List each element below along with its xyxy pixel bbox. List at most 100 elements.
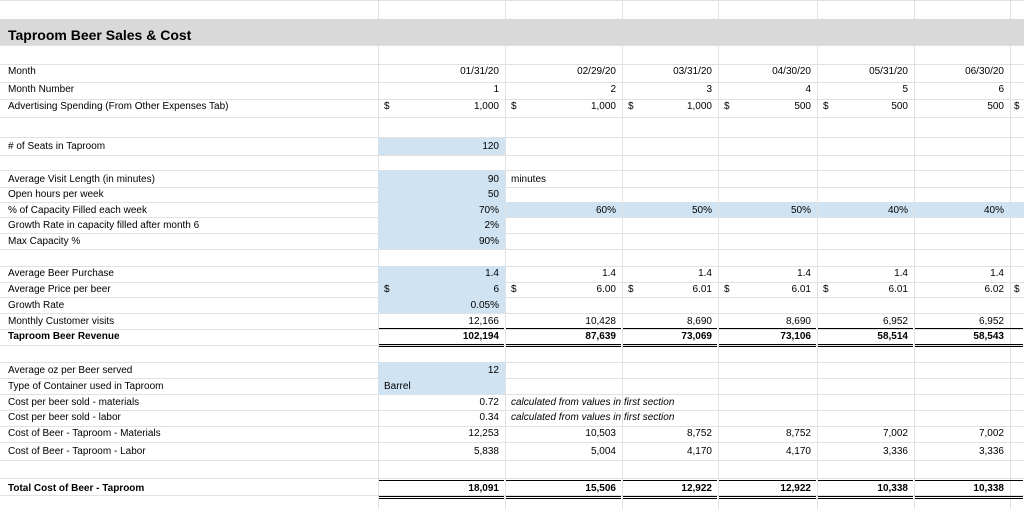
revenue-value: 58,543 — [973, 331, 1004, 342]
avg-price-value: 6.02 — [984, 284, 1004, 295]
row-label-cost-labor: Cost per beer sold - labor — [8, 412, 121, 423]
row-label-container: Type of Container used in Taproom — [8, 381, 164, 392]
gridline-horizontal — [0, 478, 1024, 479]
cell-border — [719, 346, 816, 347]
cell-border — [379, 498, 504, 499]
gridline-horizontal — [0, 442, 1024, 443]
gridline-horizontal — [0, 45, 1024, 46]
container-value: Barrel — [384, 381, 411, 392]
gridline-horizontal — [0, 117, 1024, 118]
cell-border — [506, 344, 621, 345]
cell-border — [719, 328, 816, 329]
growth-rate-value: 0.05% — [470, 300, 499, 311]
row-label-cost-beer-materials: Cost of Beer - Taproom - Materials — [8, 428, 161, 439]
cost-materials-value: 0.72 — [479, 397, 499, 408]
avg-price-value: 6 — [493, 284, 499, 295]
row-label-customer-visits: Monthly Customer visits — [8, 316, 115, 327]
row-label-max-capacity: Max Capacity % — [8, 236, 81, 247]
cell-border — [623, 498, 717, 499]
advertising-value: 500 — [987, 101, 1004, 112]
cost-beer-materials-value: 12,253 — [468, 428, 499, 439]
gridline-horizontal — [0, 155, 1024, 156]
cell-border — [506, 346, 621, 347]
month-header: 01/31/20 — [460, 66, 499, 77]
currency-symbol: $ — [724, 284, 730, 295]
cell-border — [818, 346, 913, 347]
total-cost-value: 18,091 — [468, 483, 499, 494]
month-number: 6 — [998, 84, 1004, 95]
currency-symbol: $ — [511, 284, 517, 295]
month-header: 06/30/20 — [965, 66, 1004, 77]
cost-beer-materials-value: 7,002 — [978, 428, 1004, 439]
row-label-month-number: Month Number — [8, 84, 75, 95]
cell-border — [506, 498, 621, 499]
row-label-advertising: Advertising Spending (From Other Expense… — [8, 101, 229, 112]
customer-visits-value: 6,952 — [978, 316, 1004, 327]
cell-border — [818, 498, 913, 499]
visit-length-value: 90 — [487, 174, 499, 185]
currency-symbol: $ — [823, 284, 829, 295]
month-number: 1 — [493, 84, 499, 95]
cell-border — [719, 498, 816, 499]
currency-symbol: $ — [823, 101, 829, 112]
cell-border — [915, 496, 1023, 497]
cell-border — [818, 480, 913, 481]
currency-symbol: $ — [724, 101, 730, 112]
gridline-horizontal — [0, 460, 1024, 461]
row-label-cost-beer-labor: Cost of Beer - Taproom - Labor — [8, 446, 146, 457]
cell-border — [379, 480, 504, 481]
currency-symbol: $ — [628, 284, 634, 295]
cell-border — [915, 344, 1023, 345]
customer-visits-value: 12,166 — [468, 316, 499, 327]
row-label-month: Month — [8, 66, 36, 77]
cell-border — [915, 328, 1023, 329]
advertising-value: 1,000 — [473, 101, 499, 112]
gridline-horizontal — [0, 362, 1024, 363]
cell-border — [506, 328, 621, 329]
cost-beer-labor-value: 5,838 — [473, 446, 499, 457]
cell-border — [379, 496, 504, 497]
row-label-growth-capacity: Growth Rate in capacity filled after mon… — [8, 220, 200, 231]
cell-border — [915, 346, 1023, 347]
cell-border — [379, 346, 504, 347]
gridline-horizontal — [0, 137, 1024, 138]
row-label-seats: # of Seats in Taproom — [8, 141, 106, 152]
row-label-open-hours: Open hours per week — [8, 189, 104, 200]
row-label-growth-rate: Growth Rate — [8, 300, 65, 311]
currency-symbol: $ — [511, 101, 517, 112]
revenue-value: 102,194 — [462, 331, 499, 342]
row-label-visit-length: Average Visit Length (in minutes) — [8, 174, 155, 185]
avg-beer-purchase-value: 1.4 — [990, 268, 1004, 279]
cost-note: calculated from values in first section — [511, 397, 675, 408]
cell-border — [506, 480, 621, 481]
cell-border — [623, 480, 717, 481]
growth-capacity-value: 2% — [484, 220, 499, 231]
gridline-horizontal — [0, 0, 1024, 1]
cell-border — [623, 496, 717, 497]
cell-border — [719, 344, 816, 345]
gridline-vertical — [1010, 0, 1011, 509]
cell-border — [623, 346, 717, 347]
capacity-filled-value: 70% — [478, 205, 499, 216]
row-label-avg-beer-purchase: Average Beer Purchase — [8, 268, 114, 279]
seats-value: 120 — [482, 141, 499, 152]
cost-note: calculated from values in first section — [511, 412, 675, 423]
cell-border — [506, 496, 621, 497]
avg-beer-purchase-value: 1.4 — [485, 268, 499, 279]
row-label-revenue: Taproom Beer Revenue — [8, 331, 120, 342]
row-label-cost-materials: Cost per beer sold - materials — [8, 397, 140, 408]
row-label-total-cost: Total Cost of Beer - Taproom — [8, 483, 145, 494]
gridline-horizontal — [0, 297, 1024, 298]
cell-border — [818, 328, 913, 329]
cell-border — [379, 344, 504, 345]
currency-symbol: $ — [1014, 101, 1020, 112]
cell-border — [719, 480, 816, 481]
cell-border — [818, 496, 913, 497]
row-label-avg-price: Average Price per beer — [8, 284, 111, 295]
avg-oz-value: 12 — [487, 365, 499, 376]
visit-length-unit: minutes — [511, 174, 547, 185]
cell-border — [818, 344, 913, 345]
cell-border — [379, 328, 504, 329]
row-label-capacity-filled: % of Capacity Filled each week — [8, 205, 147, 216]
total-cost-value: 10,338 — [973, 483, 1004, 494]
